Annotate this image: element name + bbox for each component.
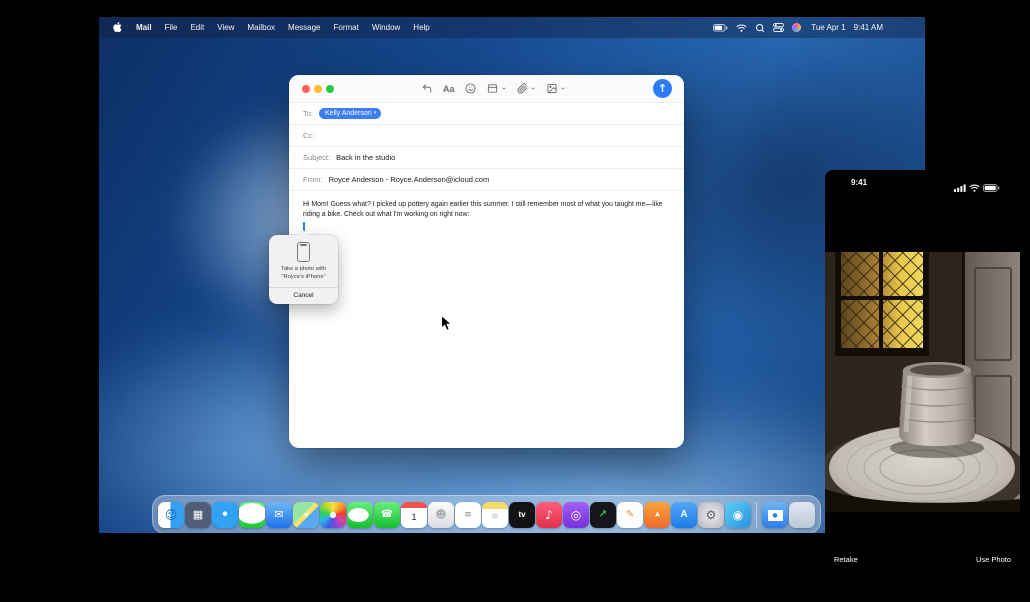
menu-item-mailbox[interactable]: Mailbox (247, 23, 275, 32)
from-label: From: (303, 175, 323, 184)
zoom-button[interactable] (326, 85, 334, 93)
menu-item-window[interactable]: Window (372, 23, 400, 32)
search-icon[interactable] (755, 23, 765, 33)
menu-bar-date[interactable]: Tue Apr 1 (811, 23, 845, 32)
window-titlebar[interactable]: Aa (289, 75, 684, 103)
minimize-button[interactable] (314, 85, 322, 93)
mouse-cursor (440, 314, 453, 333)
to-label: To: (303, 109, 313, 118)
dock-item-podcasts[interactable]: ◎ (563, 502, 589, 528)
menu-item-edit[interactable]: Edit (190, 23, 204, 32)
send-button[interactable]: ↑ (653, 79, 672, 98)
compose-window: Aa (289, 75, 684, 448)
dock-item-phone[interactable]: ☎ (374, 502, 400, 528)
popover-arrow (297, 230, 309, 236)
popover-label: Take a photo with “Royce’s iPhone” (269, 266, 338, 281)
siri-icon[interactable] (792, 23, 801, 32)
dock-item-trash[interactable] (789, 502, 815, 528)
dock-item-messages[interactable] (239, 502, 265, 528)
dock: ☺ ▦ ✦ ✉ ➤ ☎ 1 ☻ ≡ ≡ tv ♪ ◎ ↗ ✎ ➤ A ⚙ ◉ ● (152, 495, 821, 533)
undo-button[interactable] (421, 83, 433, 94)
chevron-down-icon (501, 86, 507, 91)
camera-controls: Retake Use Photo (825, 555, 1020, 564)
wifi-icon (969, 179, 980, 197)
menu-item-file[interactable]: File (165, 23, 178, 32)
attach-button[interactable] (517, 83, 536, 94)
iphone-clock: 9:41 (851, 178, 867, 187)
iphone-icon (297, 242, 310, 262)
message-body-text: Hi Mom! Guess what? I picked up pottery … (303, 200, 670, 219)
dock-item-contacts[interactable]: ☻ (428, 502, 454, 528)
dock-item-maps[interactable]: ➤ (293, 502, 319, 528)
dock-item-settings[interactable]: ⚙ (698, 502, 724, 528)
dock-item-freeform[interactable]: ✎ (617, 502, 643, 528)
menu-item-help[interactable]: Help (413, 23, 429, 32)
compose-toolbar: Aa (421, 80, 566, 97)
dock-item-continuity-camera[interactable]: ● (762, 502, 788, 528)
dock-item-reminders[interactable]: ≡ (455, 502, 481, 528)
dock-item-app-store[interactable]: A (671, 502, 697, 528)
subject-label: Subject: (303, 153, 330, 162)
chevron-down-icon (530, 86, 536, 91)
dock-item-music[interactable]: ♪ (536, 502, 562, 528)
header-fields-button[interactable] (486, 83, 507, 94)
cc-label: Cc: (303, 131, 314, 140)
menu-item-format[interactable]: Format (334, 23, 359, 32)
dock-item-mail[interactable]: ✉ (266, 502, 292, 528)
from-value: Royce Anderson - Royce.Anderson@icloud.c… (329, 175, 490, 184)
battery-icon[interactable] (713, 24, 728, 32)
cancel-button[interactable]: Cancel (269, 288, 338, 304)
cc-field[interactable]: Cc: (289, 125, 684, 147)
dock-item-finder[interactable]: ☺ (158, 502, 184, 528)
continuity-camera-popover: Take a photo with “Royce’s iPhone” Cance… (269, 235, 338, 304)
menu-item-view[interactable]: View (217, 23, 234, 32)
dock-divider (756, 502, 757, 528)
dock-item-photos[interactable] (320, 502, 346, 528)
close-button[interactable] (302, 85, 310, 93)
emoji-button[interactable] (465, 83, 476, 94)
menu-item-message[interactable]: Message (288, 23, 320, 32)
dock-item-calendar[interactable]: 1 (401, 502, 427, 528)
recipient-token[interactable]: Kelly Anderson▾ (319, 108, 381, 119)
dock-item-safari[interactable]: ✦ (212, 502, 238, 528)
iphone-camera-overlay: 9:41 (825, 170, 1020, 595)
insert-media-button[interactable] (546, 83, 566, 94)
iphone-status-bar: 9:41 (825, 178, 1020, 190)
wifi-icon[interactable] (736, 24, 747, 32)
chevron-down-icon (560, 86, 566, 91)
message-body[interactable]: Hi Mom! Guess what? I picked up pottery … (289, 191, 684, 228)
token-chevron-icon: ▾ (374, 110, 377, 116)
control-center-icon[interactable] (773, 23, 784, 32)
menu-bar-time[interactable]: 9:41 AM (854, 23, 883, 32)
use-photo-button[interactable]: Use Photo (976, 555, 1011, 564)
retake-button[interactable]: Retake (834, 555, 858, 564)
dock-item-rocket[interactable]: ➤ (644, 502, 670, 528)
battery-icon (983, 179, 1000, 197)
apple-menu-icon[interactable] (112, 21, 123, 35)
dock-item-notes[interactable]: ≡ (482, 502, 508, 528)
from-field[interactable]: From: Royce Anderson - Royce.Anderson@ic… (289, 169, 684, 191)
dock-item-launchpad[interactable]: ▦ (185, 502, 211, 528)
screen: Mail File Edit View Mailbox Message Form… (0, 0, 1030, 602)
format-text-button[interactable]: Aa (443, 84, 455, 94)
menu-item-mail[interactable]: Mail (136, 23, 152, 32)
subject-field[interactable]: Subject: Back in the studio (289, 147, 684, 169)
menu-bar: Mail File Edit View Mailbox Message Form… (99, 17, 925, 38)
dock-item-tv[interactable]: tv (509, 502, 535, 528)
dock-item-facetime[interactable] (347, 502, 373, 528)
camera-preview-pottery-photo (825, 252, 1020, 512)
dock-item-stocks[interactable]: ↗ (590, 502, 616, 528)
to-field[interactable]: To: Kelly Anderson▾ (289, 103, 684, 125)
dock-item-photo-booth[interactable]: ◉ (725, 502, 751, 528)
desktop: Mail File Edit View Mailbox Message Form… (99, 17, 925, 533)
cellular-icon (954, 179, 966, 197)
subject-value: Back in the studio (336, 153, 395, 162)
